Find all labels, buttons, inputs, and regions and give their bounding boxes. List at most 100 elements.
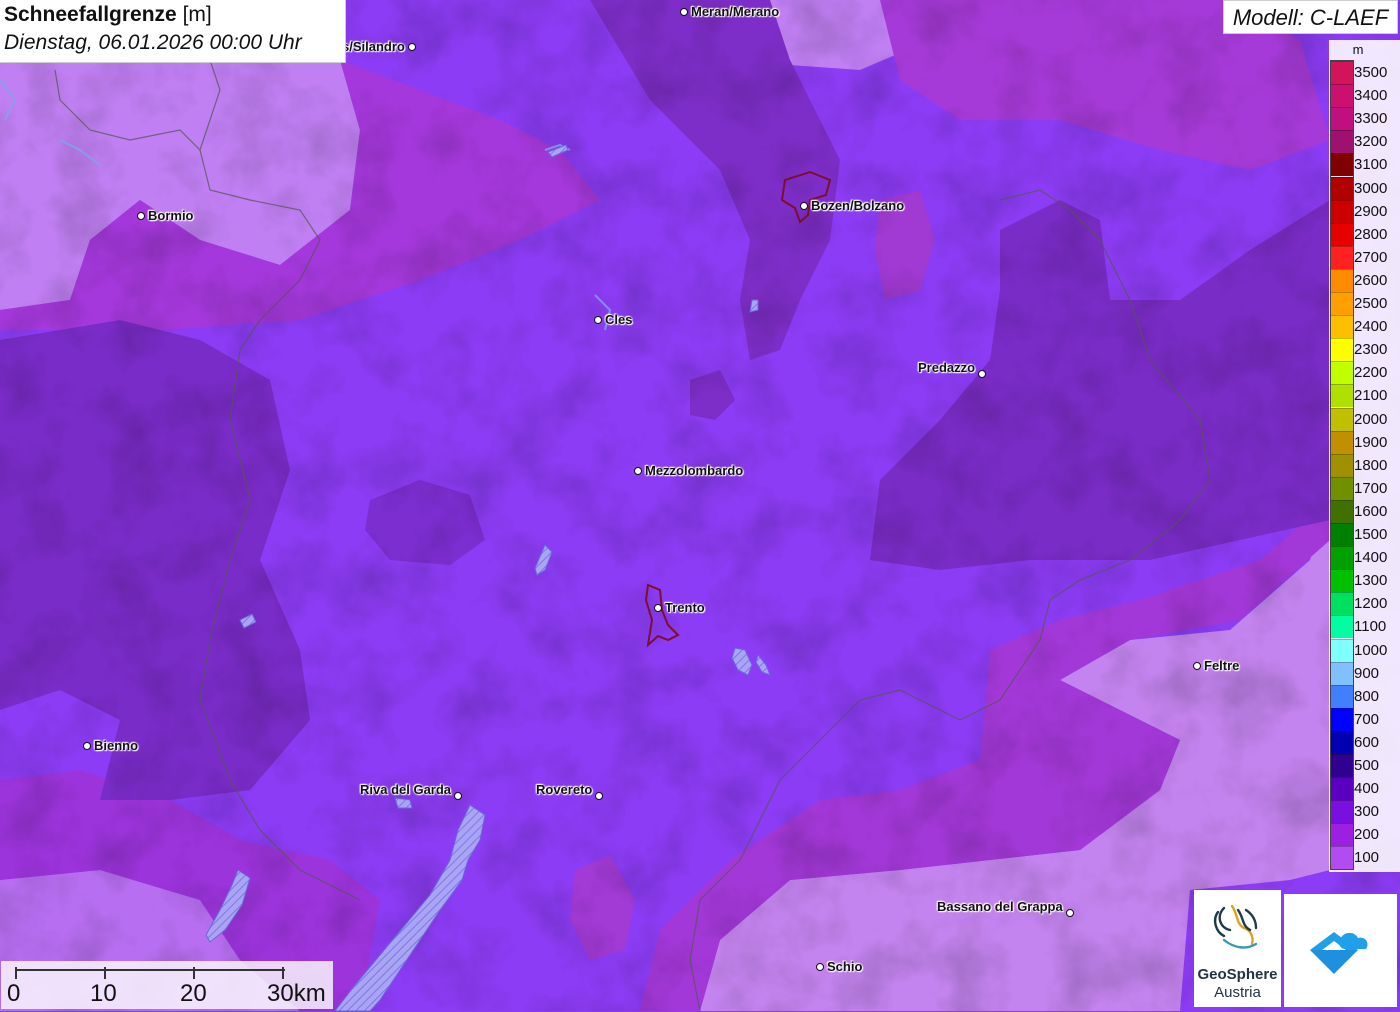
legend-label: 600 bbox=[1354, 733, 1380, 751]
city-label: Predazzo bbox=[918, 359, 976, 375]
legend-label: 2900 bbox=[1354, 202, 1388, 220]
scale-line bbox=[15, 969, 285, 971]
city-rovereto[interactable]: Rovereto bbox=[536, 778, 604, 800]
legend-label: 2300 bbox=[1354, 341, 1388, 359]
city-silandro[interactable]: s/Silandro bbox=[342, 39, 416, 54]
legend-label: 800 bbox=[1354, 687, 1380, 705]
city-schio[interactable]: Schio bbox=[816, 959, 862, 974]
terrain-relief bbox=[0, 0, 1400, 1011]
city-label: Bienno bbox=[94, 738, 139, 753]
city-bassano[interactable]: Bassano del Grappa bbox=[937, 895, 1074, 917]
city-dot-icon bbox=[137, 211, 145, 220]
city-dot-icon bbox=[594, 315, 602, 324]
legend-label: 3000 bbox=[1354, 179, 1388, 197]
parameter-name: Schneefallgrenze bbox=[4, 3, 177, 26]
city-label: Schio bbox=[827, 959, 863, 974]
scale-label: 0 bbox=[7, 980, 21, 1007]
legend-label: 2400 bbox=[1354, 318, 1388, 336]
parameter-unit: [m] bbox=[182, 3, 212, 26]
city-dot-icon bbox=[407, 42, 416, 51]
legend-label: 1200 bbox=[1354, 595, 1388, 613]
legend-label: 300 bbox=[1354, 803, 1380, 821]
city-trento[interactable]: Trento bbox=[654, 600, 705, 615]
legend-label: 1800 bbox=[1354, 456, 1388, 474]
legend-label: 1000 bbox=[1354, 641, 1388, 659]
city-label: Cles bbox=[605, 312, 633, 327]
city-feltre[interactable]: Feltre bbox=[1193, 658, 1239, 673]
legend-label: 3500 bbox=[1354, 64, 1388, 81]
legend-label: 1300 bbox=[1354, 572, 1388, 590]
geosphere-emblem-icon bbox=[1213, 904, 1258, 949]
legend-label: 900 bbox=[1354, 664, 1380, 682]
model-label: Modell: C-LAEF bbox=[1223, 0, 1398, 34]
snowfall-limit-map[interactable] bbox=[0, 0, 1400, 1011]
scale-tick bbox=[282, 967, 284, 979]
city-dot-icon bbox=[800, 201, 808, 210]
city-dot-icon bbox=[680, 7, 688, 16]
city-dot-icon bbox=[816, 962, 824, 971]
city-dot-icon bbox=[978, 370, 987, 378]
legend-label: 1400 bbox=[1354, 549, 1388, 567]
legend-label: 2200 bbox=[1354, 364, 1388, 382]
city-riva-del-garda[interactable]: Riva del Garda bbox=[360, 778, 463, 800]
legend-label: 400 bbox=[1354, 780, 1380, 798]
legend-label: 100 bbox=[1354, 849, 1380, 867]
city-meran[interactable]: Meran/Merano bbox=[680, 4, 779, 19]
scale-tick bbox=[15, 967, 17, 979]
scale-tick bbox=[104, 967, 106, 979]
city-label: Mezzolombardo bbox=[645, 463, 744, 478]
legend-label: 1700 bbox=[1354, 479, 1388, 497]
scale-label: 10 bbox=[90, 980, 117, 1007]
city-label: Trento bbox=[665, 600, 705, 615]
city-dot-icon bbox=[83, 741, 91, 750]
legend-label: 700 bbox=[1354, 710, 1380, 728]
city-bolzano[interactable]: Bozen/Bolzano bbox=[800, 198, 904, 213]
legend-label: 3300 bbox=[1354, 110, 1388, 128]
scale-tick bbox=[193, 967, 195, 979]
legend-label: 3200 bbox=[1354, 133, 1388, 151]
legend-label: 3100 bbox=[1354, 156, 1388, 174]
color-legend: m 3500 3400 3300 3200 3100 3000 2900 2800 2700 26… bbox=[1329, 40, 1400, 872]
city-label: Bozen/Bolzano bbox=[811, 198, 905, 213]
legend-label: 1600 bbox=[1354, 502, 1388, 520]
geosphere-country: Austria bbox=[1214, 984, 1261, 1001]
legend-label: 2800 bbox=[1354, 225, 1388, 243]
geosphere-logo[interactable]: GeoSphere Austria bbox=[1194, 890, 1281, 1007]
city-label: Bormio bbox=[148, 208, 194, 223]
legend-label: 1900 bbox=[1354, 433, 1388, 451]
legend-unit: m bbox=[1352, 42, 1364, 57]
legend-label: 200 bbox=[1354, 826, 1380, 844]
scale-label: 30km bbox=[267, 980, 326, 1007]
geosphere-name: GeoSphere bbox=[1197, 966, 1278, 983]
legend-label: 2500 bbox=[1354, 295, 1388, 312]
city-bienno[interactable]: Bienno bbox=[83, 738, 138, 753]
city-bormio[interactable]: Bormio bbox=[137, 208, 194, 223]
city-label: s/Silandro bbox=[342, 39, 405, 54]
city-label: Bassano del Grappa bbox=[937, 898, 1063, 914]
scale-bar: 0 10 20 30km bbox=[1, 961, 333, 1009]
city-dot-icon bbox=[654, 603, 662, 612]
city-predazzo[interactable]: Predazzo bbox=[918, 356, 987, 378]
legend-label: 2100 bbox=[1354, 387, 1388, 405]
legend-label: 1500 bbox=[1354, 526, 1388, 543]
city-dot-icon bbox=[1065, 909, 1074, 917]
map-date: Dienstag, 06.01.2026 00:00 Uhr bbox=[4, 31, 302, 54]
city-cles[interactable]: Cles bbox=[594, 312, 632, 327]
city-dot-icon bbox=[634, 466, 642, 475]
city-dot-icon bbox=[595, 792, 604, 800]
city-label: Meran/Merano bbox=[691, 4, 780, 19]
city-label: Feltre bbox=[1204, 658, 1240, 673]
city-dot-icon bbox=[1193, 661, 1201, 670]
weather-app-logo[interactable] bbox=[1284, 894, 1397, 1007]
legend-label: 2000 bbox=[1354, 410, 1388, 428]
legend-label: 2700 bbox=[1354, 248, 1388, 266]
scale-label: 20 bbox=[180, 980, 207, 1007]
city-label: Rovereto bbox=[536, 781, 593, 797]
lake-small-bolzano bbox=[749, 299, 759, 313]
legend-label: 3400 bbox=[1354, 87, 1388, 105]
city-mezzolombardo[interactable]: Mezzolombardo bbox=[634, 463, 743, 478]
city-label: Riva del Garda bbox=[360, 781, 452, 797]
cloud-arrow-icon bbox=[1310, 932, 1368, 974]
legend-frame bbox=[1330, 60, 1354, 870]
legend-label: 2600 bbox=[1354, 271, 1388, 289]
